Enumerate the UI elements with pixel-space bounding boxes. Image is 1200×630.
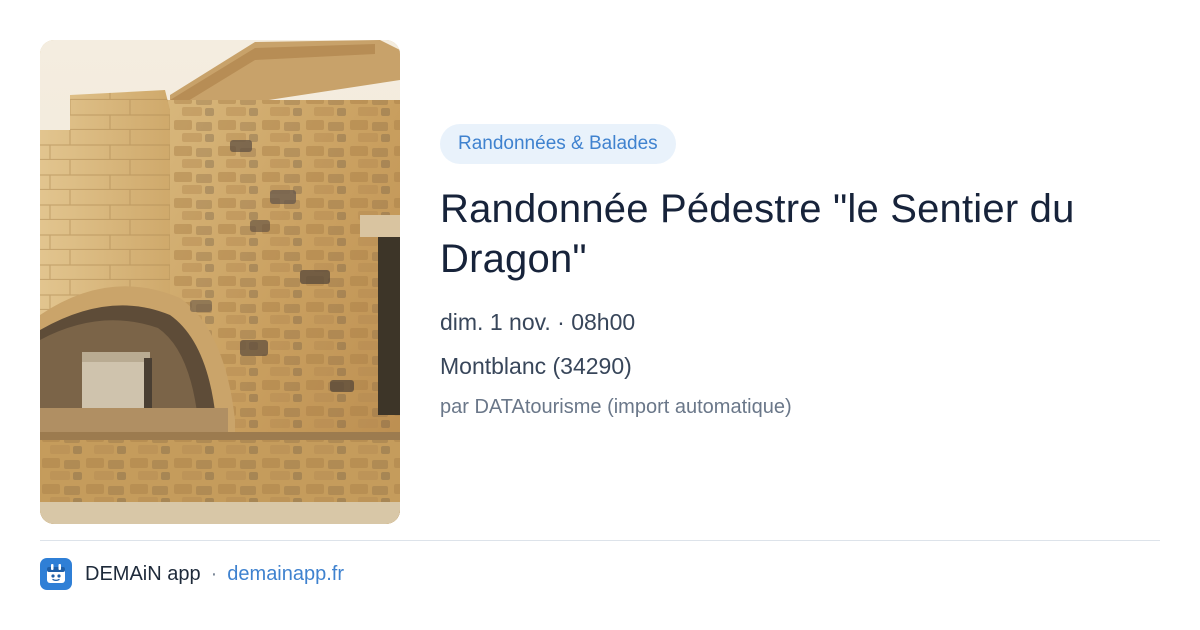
event-author: par DATAtourisme (import automatique): [440, 396, 792, 418]
footer-divider: [40, 540, 1160, 541]
stone-building-illustration: [40, 40, 400, 524]
event-photo: [40, 40, 400, 524]
event-title[interactable]: Randonnée Pédestre "le Sentier du Dragon…: [440, 184, 1160, 284]
event-preview-card[interactable]: Randonnées & Balades Randonnée Pédestre …: [0, 0, 1200, 630]
footer-separator: ·: [210, 562, 218, 585]
event-date-time: dim. 1 nov. · 08h00: [440, 309, 636, 335]
event-details: Randonnées & Balades Randonnée Pédestre …: [440, 124, 1160, 420]
category-badge[interactable]: Randonnées & Balades: [440, 124, 676, 164]
app-domain-link[interactable]: demainapp.fr: [227, 563, 344, 586]
demain-calendar-icon[interactable]: [40, 558, 72, 590]
app-name[interactable]: DEMAiN app: [85, 563, 201, 586]
event-location: Montblanc (34290): [440, 353, 632, 379]
site-footer: DEMAiN app · demainapp.fr: [40, 558, 344, 590]
